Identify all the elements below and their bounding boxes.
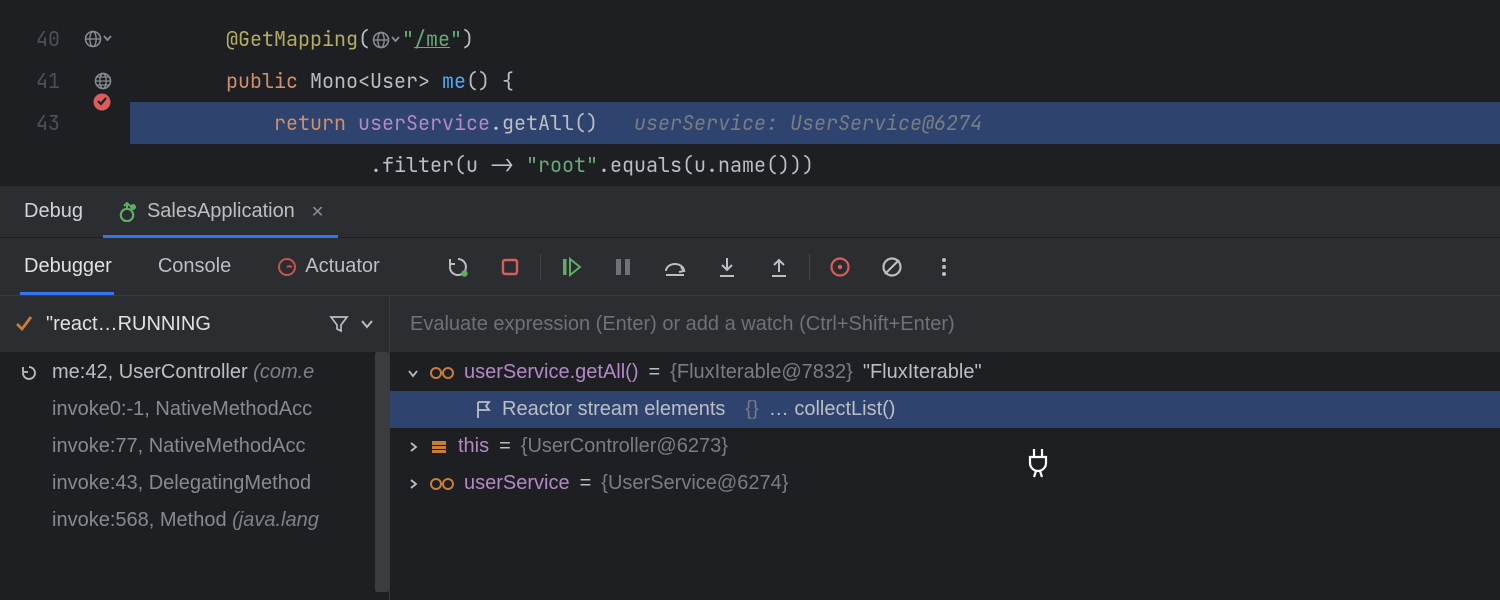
drop-frame-icon[interactable] bbox=[20, 364, 38, 382]
tool-window-title: Debug bbox=[0, 200, 103, 223]
check-icon bbox=[14, 314, 34, 334]
code-editor[interactable]: 404143 @GetMapping("/me") public Mono<Us… bbox=[0, 0, 1500, 185]
step-out-icon[interactable] bbox=[753, 247, 805, 287]
stack-frame[interactable]: invoke:77, NativeMethodAcc bbox=[0, 428, 389, 465]
expand-chevron[interactable] bbox=[406, 478, 420, 490]
variable-row[interactable]: this = {UserController@6273} bbox=[390, 428, 1500, 465]
debugger-toolbar: Debugger Console Actuator bbox=[0, 238, 1500, 296]
thread-name: "react…RUNNING bbox=[46, 313, 211, 336]
filter-icon[interactable] bbox=[329, 314, 349, 334]
resume-icon[interactable] bbox=[545, 247, 597, 287]
url-gutter-icon[interactable] bbox=[372, 31, 400, 49]
frames-list[interactable]: me:42, UserController (com.einvoke0:-1, … bbox=[0, 352, 389, 539]
step-into-icon[interactable] bbox=[701, 247, 753, 287]
field-icon bbox=[430, 439, 448, 455]
expand-chevron[interactable] bbox=[406, 441, 420, 453]
close-icon[interactable]: ✕ bbox=[311, 202, 324, 222]
stop-icon[interactable] bbox=[484, 247, 536, 287]
view-breakpoints-icon[interactable] bbox=[814, 247, 866, 287]
thread-selector[interactable]: "react…RUNNING bbox=[0, 296, 389, 352]
code-line[interactable]: @GetMapping("/me") bbox=[130, 18, 1500, 60]
editor-gutter: 404143 bbox=[0, 0, 130, 144]
variable-row[interactable]: userService.getAll() = {FluxIterable@783… bbox=[390, 354, 1500, 391]
editor-code[interactable]: @GetMapping("/me") public Mono<User> me(… bbox=[130, 0, 1500, 186]
variable-row[interactable]: userService = {UserService@6274} bbox=[390, 465, 1500, 502]
evaluate-expression-input[interactable]: Evaluate expression (Enter) or add a wat… bbox=[390, 296, 1500, 352]
more-icon[interactable] bbox=[918, 247, 970, 287]
subtab-console[interactable]: Console bbox=[134, 238, 253, 295]
stack-frame[interactable]: me:42, UserController (com.e bbox=[0, 354, 389, 391]
subtab-debugger[interactable]: Debugger bbox=[0, 238, 134, 295]
glasses-icon bbox=[430, 366, 454, 380]
tool-window-tabs: Debug SalesApplication ✕ bbox=[0, 185, 1500, 238]
glasses-icon bbox=[430, 477, 454, 491]
frames-panel: "react…RUNNING me:42, UserController (co… bbox=[0, 296, 390, 600]
globe-dropdown-icon[interactable] bbox=[84, 30, 112, 48]
code-line[interactable]: .filter(u -> "root".equals(u.name())) bbox=[130, 144, 1500, 186]
globe-icon[interactable] bbox=[94, 72, 112, 90]
variable-row[interactable]: Reactor stream elements {} … collectList… bbox=[390, 391, 1500, 428]
stack-frame[interactable]: invoke0:-1, NativeMethodAcc bbox=[0, 391, 389, 428]
variables-tree[interactable]: userService.getAll() = {FluxIterable@783… bbox=[390, 352, 1500, 502]
run-config-tab[interactable]: SalesApplication ✕ bbox=[103, 186, 338, 237]
flag-icon bbox=[474, 400, 492, 420]
expand-chevron[interactable] bbox=[406, 367, 420, 379]
debugger-body: "react…RUNNING me:42, UserController (co… bbox=[0, 296, 1500, 600]
rerun-icon bbox=[117, 202, 137, 222]
step-over-icon[interactable] bbox=[649, 247, 701, 287]
subtab-actuator[interactable]: Actuator bbox=[253, 238, 401, 295]
mute-breakpoints-icon[interactable] bbox=[866, 247, 918, 287]
rerun-icon[interactable] bbox=[432, 247, 484, 287]
stack-frame[interactable]: invoke:568, Method (java.lang bbox=[0, 502, 389, 539]
code-line[interactable]: public Mono<User> me() { bbox=[130, 60, 1500, 102]
stack-frame[interactable]: invoke:43, DelegatingMethod bbox=[0, 465, 389, 502]
code-line[interactable]: return userService.getAll() userService:… bbox=[130, 102, 1500, 144]
actuator-icon bbox=[277, 257, 297, 277]
scrollbar-thumb[interactable] bbox=[375, 352, 389, 592]
run-config-label: SalesApplication bbox=[147, 200, 295, 223]
variables-panel: Evaluate expression (Enter) or add a wat… bbox=[390, 296, 1500, 600]
chevron-down-icon[interactable] bbox=[359, 316, 375, 332]
pause-icon[interactable] bbox=[597, 247, 649, 287]
